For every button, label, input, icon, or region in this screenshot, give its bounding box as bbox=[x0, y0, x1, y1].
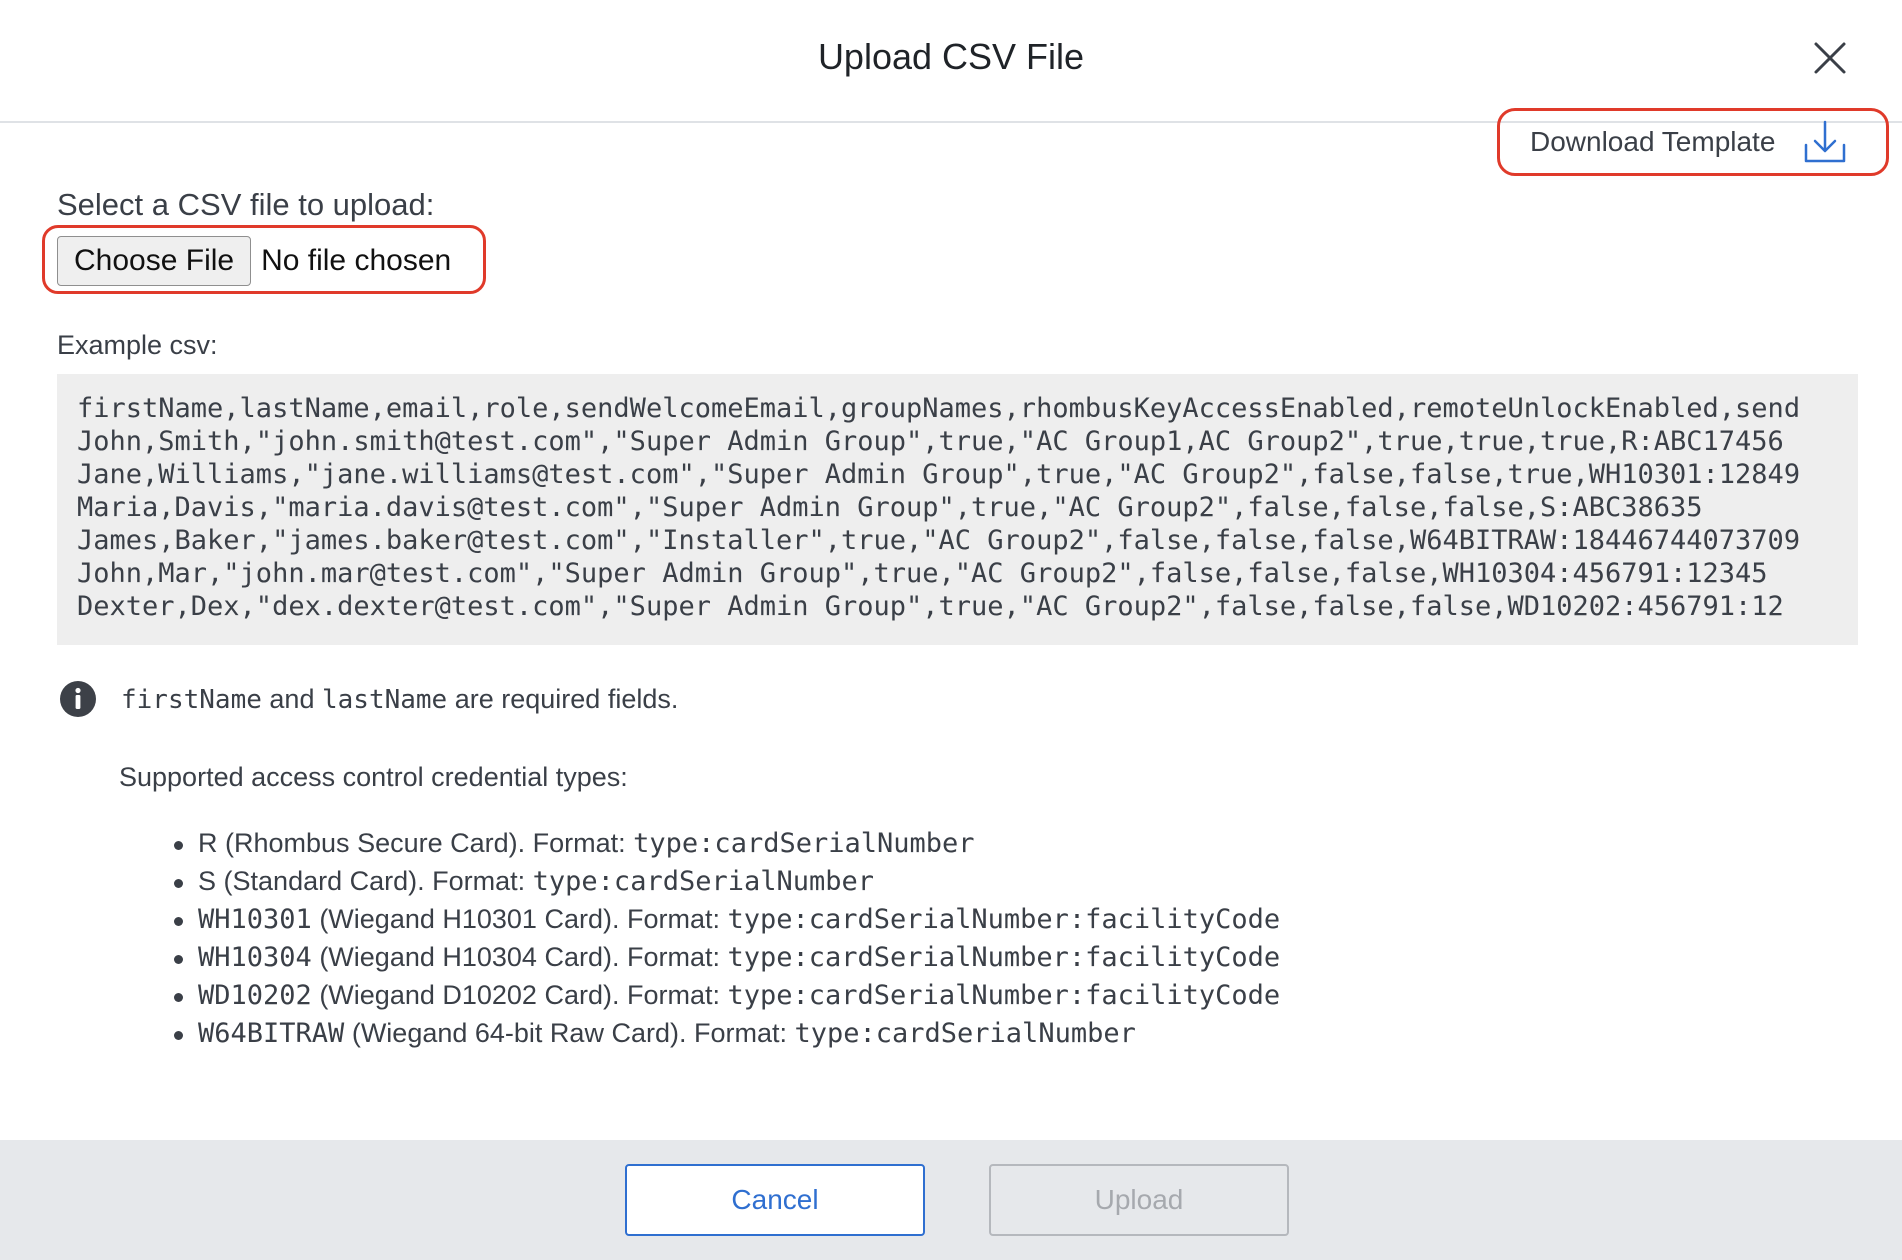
code-line: John,Smith,"john.smith@test.com","Super … bbox=[77, 426, 1784, 457]
credential-types-list: R (Rhombus Secure Card). Format: type:ca… bbox=[172, 824, 1280, 1052]
code-line: Dexter,Dex,"dex.dexter@test.com","Super … bbox=[77, 591, 1784, 622]
code-line: James,Baker,"james.baker@test.com","Inst… bbox=[77, 525, 1801, 556]
credential-desc: (Standard Card). Format: bbox=[223, 866, 526, 896]
credential-types-heading: Supported access control credential type… bbox=[119, 762, 628, 792]
file-status: No file chosen bbox=[261, 244, 452, 277]
code-line: John,Mar,"john.mar@test.com","Super Admi… bbox=[77, 558, 1768, 589]
code-line: firstName,lastName,email,role,sendWelcom… bbox=[77, 393, 1801, 424]
cancel-button[interactable]: Cancel bbox=[625, 1164, 925, 1236]
close-button[interactable] bbox=[1810, 38, 1850, 78]
dialog-footer bbox=[0, 1140, 1902, 1260]
credential-format: type:cardSerialNumber:facilityCode bbox=[727, 942, 1281, 973]
credential-format: type:cardSerialNumber:facilityCode bbox=[727, 904, 1281, 935]
dialog-header: Upload CSV File bbox=[0, 0, 1902, 123]
field-name: firstName bbox=[121, 684, 262, 715]
credential-code: WD10202 bbox=[198, 980, 312, 1011]
list-item: S (Standard Card). Format: type:cardSeri… bbox=[172, 862, 1280, 900]
file-select-label: Select a CSV file to upload: bbox=[57, 187, 435, 222]
credential-code: W64BITRAW bbox=[198, 1018, 345, 1049]
list-item: WH10304 (Wiegand H10304 Card). Format: t… bbox=[172, 938, 1280, 976]
credential-desc: (Wiegand 64-bit Raw Card). Format: bbox=[351, 1018, 787, 1048]
download-icon bbox=[1805, 120, 1846, 163]
credential-desc: (Wiegand D10202 Card). Format: bbox=[319, 980, 720, 1010]
credential-code: R bbox=[198, 828, 218, 858]
list-item: WD10202 (Wiegand D10202 Card). Format: t… bbox=[172, 976, 1280, 1014]
credential-code: WH10301 bbox=[198, 904, 312, 935]
upload-button[interactable]: Upload bbox=[989, 1164, 1289, 1236]
credential-desc: (Wiegand H10304 Card). Format: bbox=[319, 942, 720, 972]
credential-desc: (Rhombus Secure Card). Format: bbox=[225, 828, 626, 858]
list-item: R (Rhombus Secure Card). Format: type:ca… bbox=[172, 824, 1280, 862]
close-icon bbox=[1814, 42, 1846, 74]
list-item: WH10301 (Wiegand H10301 Card). Format: t… bbox=[172, 900, 1280, 938]
credential-format: type:cardSerialNumber bbox=[794, 1018, 1136, 1049]
credential-desc: (Wiegand H10301 Card). Format: bbox=[319, 904, 720, 934]
field-name: lastName bbox=[321, 684, 448, 715]
example-csv-block: firstName,lastName,email,role,sendWelcom… bbox=[57, 374, 1858, 645]
credential-code: WH10304 bbox=[198, 942, 312, 973]
download-template-label: Download Template bbox=[1530, 126, 1776, 157]
info-and: and bbox=[269, 683, 315, 714]
credential-format: type:cardSerialNumber bbox=[633, 828, 975, 859]
info-icon bbox=[60, 681, 96, 717]
credential-format: type:cardSerialNumber:facilityCode bbox=[727, 980, 1281, 1011]
download-template-link[interactable]: Download Template bbox=[1530, 114, 1847, 170]
file-input[interactable]: Choose File No file chosen bbox=[57, 236, 451, 286]
example-csv-label: Example csv: bbox=[57, 330, 218, 360]
credential-format: type:cardSerialNumber bbox=[532, 866, 875, 897]
info-suffix: are required fields. bbox=[454, 683, 679, 714]
dialog-title: Upload CSV File bbox=[817, 36, 1085, 77]
code-line: Maria,Davis,"maria.davis@test.com","Supe… bbox=[77, 492, 1703, 523]
required-fields-text: firstName and lastName are required fiel… bbox=[121, 684, 678, 715]
code-line: Jane,Williams,"jane.williams@test.com","… bbox=[77, 459, 1801, 490]
choose-file-button[interactable]: Choose File bbox=[57, 236, 252, 286]
list-item: W64BITRAW (Wiegand 64-bit Raw Card). For… bbox=[172, 1014, 1280, 1052]
required-fields-note: firstName and lastName are required fiel… bbox=[59, 680, 678, 718]
credential-code: S bbox=[198, 866, 217, 896]
